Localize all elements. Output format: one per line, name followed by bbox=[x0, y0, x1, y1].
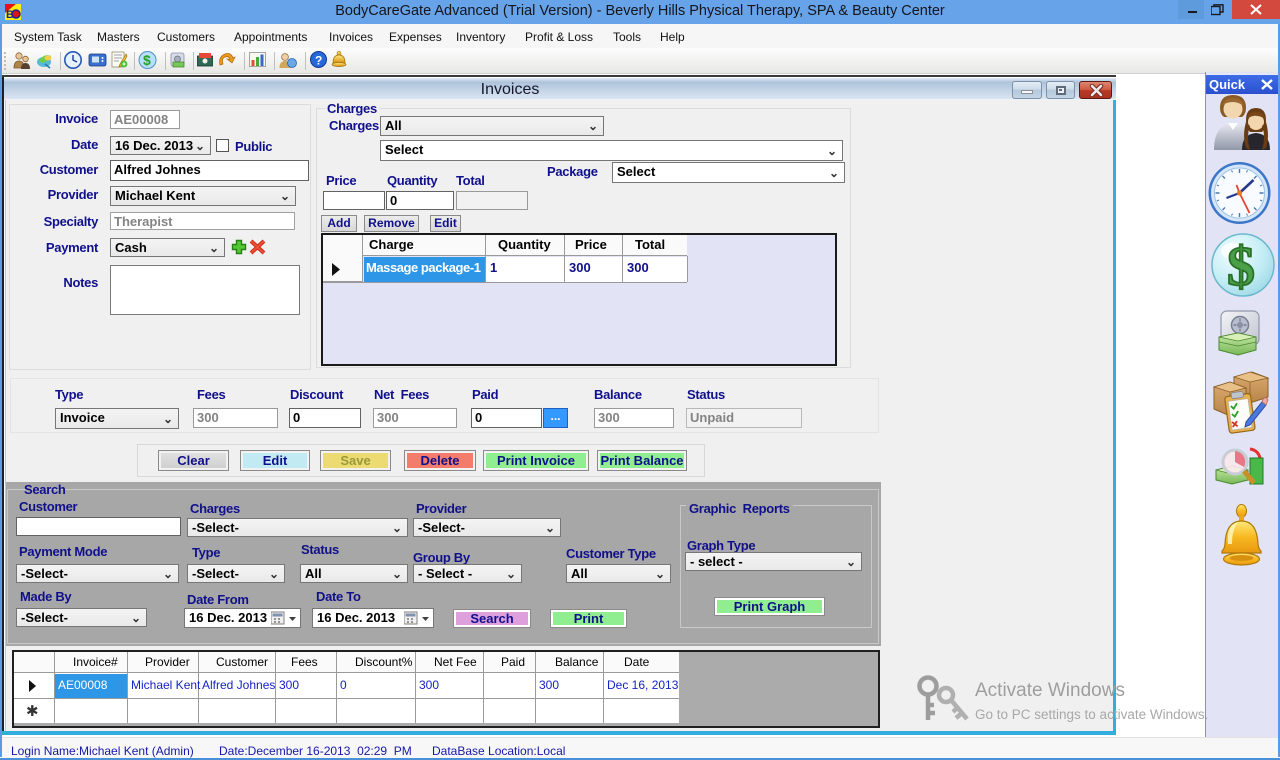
svg-text:$: $ bbox=[143, 52, 151, 68]
svg-text:$: $ bbox=[1227, 236, 1255, 298]
svg-text:?: ? bbox=[315, 54, 322, 68]
